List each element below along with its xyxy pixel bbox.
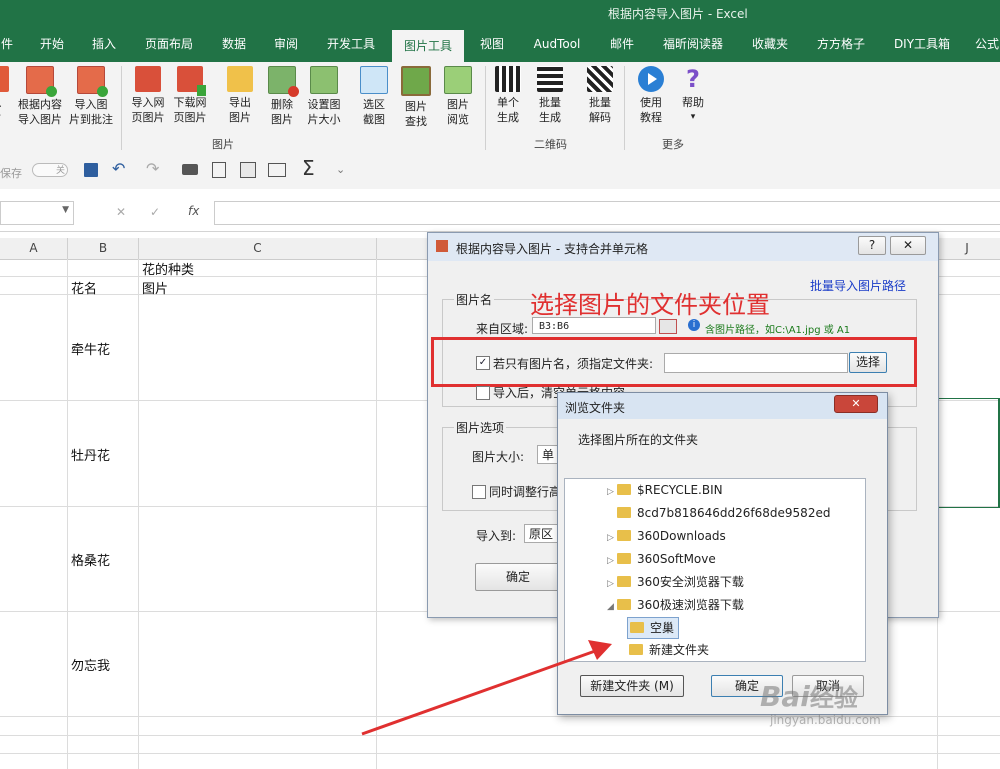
watermark-text: Bai <box>760 680 810 713</box>
watermark: Bai经验 jingyan.baidu.com <box>760 678 881 727</box>
watermark-url: jingyan.baidu.com <box>770 713 881 727</box>
annotation-arrow <box>361 640 612 736</box>
watermark-text-cn: 经验 <box>809 684 858 712</box>
